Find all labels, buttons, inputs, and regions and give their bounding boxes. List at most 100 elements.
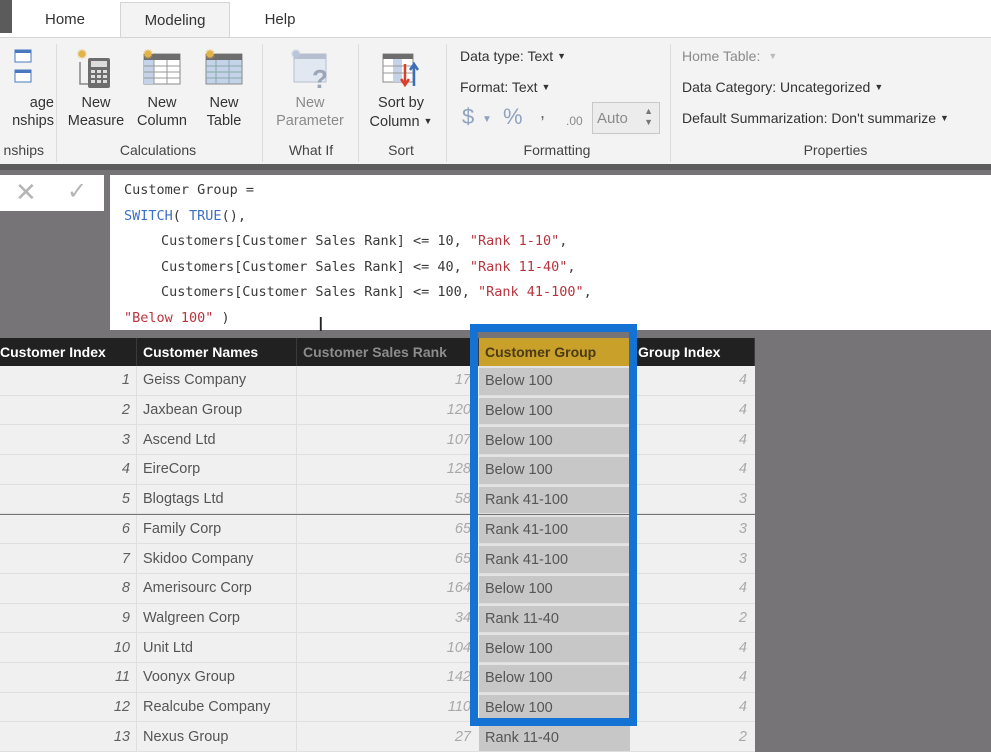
column-header-customer-sales-rank[interactable]: Customer Sales Rank	[297, 338, 479, 366]
table-row[interactable]: 2 Jaxbean Group 120 Below 100 4	[0, 395, 755, 426]
cell-customer-group[interactable]: Rank 41-100	[479, 544, 630, 573]
checkmark-icon[interactable]: ✓	[67, 177, 87, 206]
cell-customer-sales-rank[interactable]: 128	[297, 455, 477, 484]
cell-customer-index[interactable]: 12	[0, 692, 137, 722]
comma-style-button[interactable]: ,	[540, 102, 545, 123]
formula-editor[interactable]: Customer Group = SWITCH( TRUE(), Custome…	[110, 175, 991, 330]
column-header-customer-group[interactable]: Customer Group	[479, 338, 630, 366]
cell-customer-name[interactable]: Amerisourc Corp	[137, 573, 297, 603]
cell-customer-index[interactable]: 4	[0, 455, 137, 484]
cell-customer-sales-rank[interactable]: 34	[297, 604, 477, 633]
data-category-dropdown[interactable]: Data Category: Uncategorized ▼	[682, 79, 883, 95]
table-row[interactable]: 11 Voonyx Group 142 Below 100 4	[0, 663, 755, 693]
cell-group-index[interactable]: 4	[630, 396, 755, 425]
cell-customer-name[interactable]: Walgreen Corp	[137, 603, 297, 633]
format-dropdown[interactable]: Format: Text ▼	[460, 79, 550, 95]
home-table-dropdown[interactable]: Home Table: ▼	[682, 48, 777, 64]
cell-group-index[interactable]: 3	[630, 515, 755, 544]
cell-customer-name[interactable]: Jaxbean Group	[137, 395, 297, 425]
cell-group-index[interactable]: 4	[630, 633, 755, 662]
cell-customer-index[interactable]: 8	[0, 573, 137, 603]
table-row[interactable]: 1 Geiss Company 17 Below 100 4	[0, 366, 755, 396]
cell-customer-index[interactable]: 5	[0, 484, 137, 514]
tab-modeling[interactable]: Modeling	[120, 2, 230, 38]
cell-customer-group[interactable]: Rank 41-100	[479, 484, 630, 514]
cell-group-index[interactable]: 3	[630, 544, 755, 573]
cell-customer-sales-rank[interactable]: 164	[297, 574, 477, 603]
cell-customer-sales-rank[interactable]: 142	[297, 663, 477, 692]
cell-customer-name[interactable]: Nexus Group	[137, 722, 297, 752]
cell-customer-name[interactable]: Blogtags Ltd	[137, 484, 297, 514]
cell-customer-group[interactable]: Below 100	[479, 425, 630, 455]
new-column-button[interactable]: ✹ New Column	[132, 44, 192, 136]
new-table-button[interactable]: ✹ New Table	[196, 44, 252, 136]
table-row[interactable]: 9 Walgreen Corp 34 Rank 11-40 2	[0, 603, 755, 634]
cell-customer-sales-rank[interactable]: 107	[297, 425, 477, 454]
percent-format-button[interactable]: %	[503, 104, 523, 130]
cell-customer-group[interactable]: Rank 11-40	[479, 603, 630, 633]
data-type-dropdown[interactable]: Data type: Text ▼	[460, 48, 566, 64]
table-row[interactable]: 13 Nexus Group 27 Rank 11-40 2	[0, 722, 755, 752]
cell-customer-index[interactable]: 3	[0, 425, 137, 455]
cell-customer-index[interactable]: 6	[0, 514, 137, 544]
decimal-places-input[interactable]: Auto ▲ ▼	[592, 102, 660, 134]
cell-group-index[interactable]: 2	[630, 604, 755, 633]
table-row[interactable]: 4 EireCorp 128 Below 100 4	[0, 455, 755, 485]
sort-by-column-button[interactable]: Sort by Column ▼	[362, 44, 440, 136]
cell-customer-name[interactable]: Voonyx Group	[137, 663, 297, 692]
cell-customer-name[interactable]: Family Corp	[137, 514, 297, 544]
cell-customer-index[interactable]: 10	[0, 633, 137, 662]
currency-format-button[interactable]: $	[462, 104, 474, 130]
table-row[interactable]: 3 Ascend Ltd 107 Below 100 4	[0, 425, 755, 456]
cell-group-index[interactable]: 2	[630, 722, 755, 751]
cell-customer-group[interactable]: Below 100	[479, 663, 630, 692]
cell-group-index[interactable]: 4	[630, 693, 755, 722]
tab-help[interactable]: Help	[245, 0, 315, 38]
cell-customer-sales-rank[interactable]: 65	[297, 544, 477, 573]
cell-customer-index[interactable]: 11	[0, 663, 137, 692]
cell-customer-group[interactable]: Below 100	[479, 633, 630, 662]
cell-customer-sales-rank[interactable]: 120	[297, 396, 477, 425]
cell-customer-group[interactable]: Below 100	[479, 366, 630, 395]
cell-customer-sales-rank[interactable]: 65	[297, 515, 477, 544]
column-header-customer-index[interactable]: Customer Index	[0, 338, 137, 366]
cell-customer-sales-rank[interactable]: 104	[297, 633, 477, 662]
decimal-places-icon[interactable]: .00	[566, 114, 583, 128]
cell-customer-name[interactable]: Ascend Ltd	[137, 425, 297, 455]
cell-customer-index[interactable]: 13	[0, 722, 137, 752]
cell-customer-group[interactable]: Rank 41-100	[479, 514, 630, 544]
cell-customer-index[interactable]: 7	[0, 544, 137, 573]
cell-customer-name[interactable]: Realcube Company	[137, 692, 297, 722]
table-row[interactable]: 6 Family Corp 65 Rank 41-100 3	[0, 514, 755, 545]
cell-customer-group[interactable]: Below 100	[479, 395, 630, 425]
cell-customer-name[interactable]: EireCorp	[137, 455, 297, 484]
new-parameter-button[interactable]: ✹ ? New Parameter	[270, 44, 350, 136]
column-header-group-index[interactable]: Group Index	[630, 338, 755, 366]
cell-customer-group[interactable]: Below 100	[479, 573, 630, 603]
table-row[interactable]: 5 Blogtags Ltd 58 Rank 41-100 3	[0, 484, 755, 515]
cell-customer-sales-rank[interactable]: 110	[297, 693, 477, 722]
table-row[interactable]: 7 Skidoo Company 65 Rank 41-100 3	[0, 544, 755, 574]
cell-customer-group[interactable]: Rank 11-40	[479, 722, 630, 752]
cell-group-index[interactable]: 4	[630, 425, 755, 454]
cell-customer-name[interactable]: Skidoo Company	[137, 544, 297, 573]
tab-home[interactable]: Home	[30, 0, 100, 38]
cell-customer-group[interactable]: Below 100	[479, 455, 630, 484]
table-row[interactable]: 8 Amerisourc Corp 164 Below 100 4	[0, 573, 755, 604]
table-row[interactable]: 12 Realcube Company 110 Below 100 4	[0, 692, 755, 723]
cell-customer-index[interactable]: 9	[0, 603, 137, 633]
file-tab[interactable]	[0, 0, 12, 33]
cell-customer-index[interactable]: 2	[0, 395, 137, 425]
cell-customer-sales-rank[interactable]: 17	[297, 366, 477, 395]
cell-group-index[interactable]: 4	[630, 574, 755, 603]
manage-relationships-button[interactable]: age nships	[0, 44, 56, 136]
cell-group-index[interactable]: 4	[630, 663, 755, 692]
cell-group-index[interactable]: 3	[630, 485, 755, 514]
cell-customer-sales-rank[interactable]: 27	[297, 722, 477, 751]
cell-group-index[interactable]: 4	[630, 366, 755, 395]
column-header-customer-names[interactable]: Customer Names	[137, 338, 297, 366]
default-summarization-dropdown[interactable]: Default Summarization: Don't summarize ▼	[682, 110, 949, 126]
new-measure-button[interactable]: ✹ New Measure	[64, 44, 128, 136]
chevron-down-icon[interactable]: ▼	[482, 114, 492, 125]
table-row[interactable]: 10 Unit Ltd 104 Below 100 4	[0, 633, 755, 663]
